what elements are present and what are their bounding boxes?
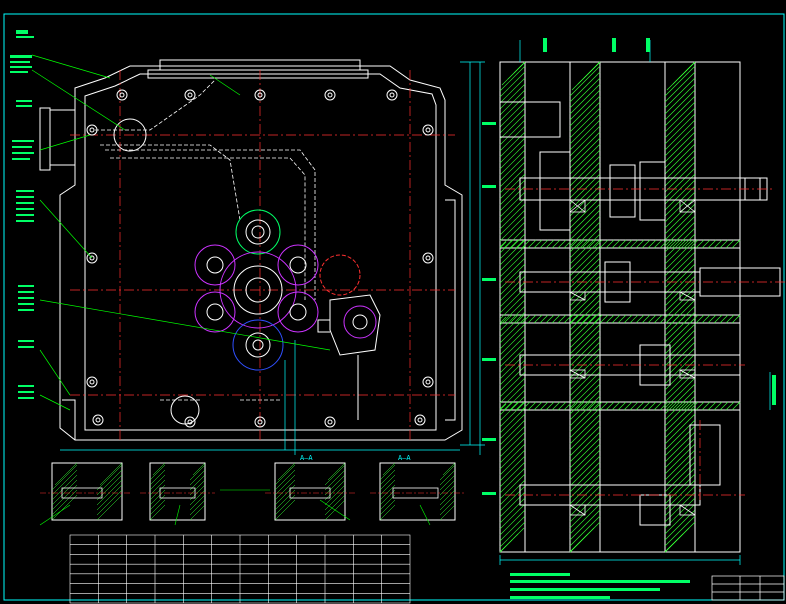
- main-dimensions: [60, 61, 485, 455]
- section-label-a: A—A: [300, 454, 313, 462]
- gear-train: [194, 209, 381, 420]
- shafts: [499, 101, 781, 526]
- section-callouts: [482, 38, 776, 495]
- centerlines: [70, 70, 455, 440]
- housing-outline: [39, 59, 463, 441]
- section-outline: [499, 61, 741, 553]
- main-view: [10, 30, 485, 455]
- drawing-frame: [3, 13, 785, 601]
- callout-labels: [10, 30, 34, 399]
- title-block: [711, 575, 785, 601]
- parts-table: [69, 534, 411, 604]
- section-view: [482, 38, 785, 565]
- section-hatch: [499, 61, 741, 553]
- section-label-b: A—A: [398, 454, 411, 462]
- technical-notes: [510, 573, 690, 599]
- detail-sections: A—A A—A: [39, 454, 465, 526]
- section-dimensions: [499, 40, 771, 565]
- cad-drawing-canvas: A—A A—A: [3, 13, 785, 604]
